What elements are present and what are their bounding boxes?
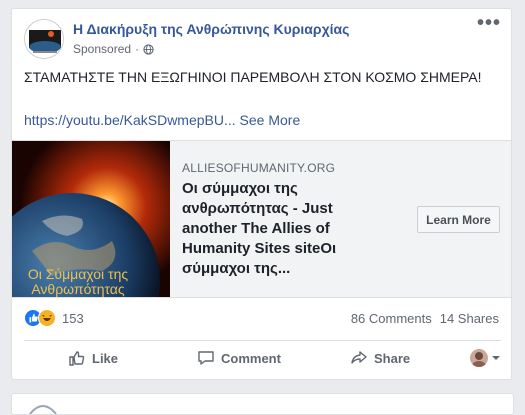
- share-label: Share: [374, 350, 411, 366]
- like-label: Like: [92, 350, 119, 366]
- chevron-down-icon: [492, 356, 500, 360]
- comment-button[interactable]: Comment: [197, 349, 281, 367]
- youtube-link[interactable]: https://youtu.be/KakSDwmepBU...: [24, 112, 236, 128]
- post-text: ΣΤΑΜΑΤΗΣΤΕ ΤΗΝ ΕΞΩΓΗΙΝΟΙ ΠΑΡΕΜΒΟΛΗ ΣΤΟΝ …: [24, 69, 482, 85]
- post-link-row: https://youtu.be/KakSDwmepBU... See More: [24, 112, 300, 128]
- reaction-count[interactable]: 153: [62, 311, 84, 326]
- see-more-link[interactable]: See More: [240, 112, 301, 128]
- share-button[interactable]: Share: [350, 349, 410, 367]
- thumbnail-caption: Οι Σύμμαχοι της Ανθρωπότητας: [27, 266, 129, 297]
- more-options-button[interactable]: •••: [477, 13, 501, 33]
- shares-count-link[interactable]: 14 Shares: [440, 311, 499, 326]
- like-icon: [69, 351, 85, 366]
- share-icon: [351, 351, 367, 364]
- globe-icon: [143, 43, 154, 55]
- haha-reaction-icon: [38, 309, 56, 327]
- reactions-summary[interactable]: 153: [24, 309, 84, 327]
- comment-icon: [198, 351, 214, 365]
- link-thumbnail[interactable]: Οι Σύμμαχοι της Ανθρωπότητας: [12, 141, 170, 297]
- link-headline[interactable]: Οι σύμμαχοι της ανθρωπότητας - Just anot…: [182, 179, 382, 279]
- comments-count-link[interactable]: 86 Comments: [351, 311, 432, 326]
- next-post-avatar: [29, 405, 57, 414]
- engagement-counts: 86 Comments 14 Shares: [351, 311, 499, 326]
- sponsored-row: Sponsored ·: [73, 42, 154, 56]
- reaction-identity-selector[interactable]: [470, 349, 501, 367]
- link-domain: ALLIESOFHUMANITY.ORG: [182, 161, 336, 175]
- page-name-link[interactable]: Η Διακήρυξη της Ανθρώπινης Κυριαρχίας: [73, 21, 349, 37]
- comment-label: Comment: [221, 350, 281, 366]
- sponsored-label[interactable]: Sponsored: [73, 42, 131, 56]
- next-post-card: [11, 393, 514, 415]
- page-avatar[interactable]: [24, 19, 64, 59]
- learn-more-button[interactable]: Learn More: [417, 206, 500, 233]
- like-button[interactable]: Like: [68, 349, 118, 367]
- link-preview-card[interactable]: Οι Σύμμαχοι της Ανθρωπότητας ALLIESOFHUM…: [12, 140, 511, 298]
- dot-separator: ·: [135, 42, 140, 56]
- sponsored-post-card: Η Διακήρυξη της Ανθρώπινης Κυριαρχίας Sp…: [11, 8, 512, 380]
- user-avatar: [470, 349, 488, 367]
- action-bar: Like Comment Share: [24, 340, 501, 375]
